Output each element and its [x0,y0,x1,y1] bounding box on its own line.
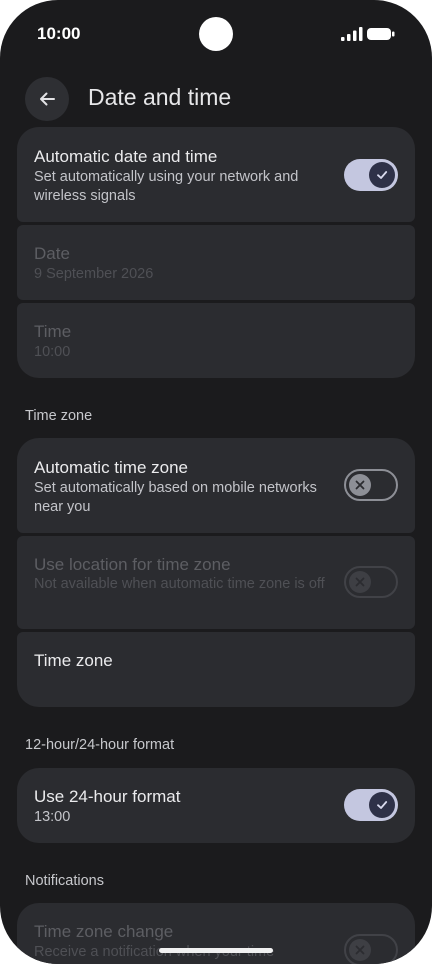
time-zone-change-row: Time zone change Receive a notification … [17,903,415,964]
row-title: Time zone change [34,922,174,941]
time-row: Time 10:00 [17,303,415,378]
status-bar: 10:00 [0,0,432,70]
close-icon [355,480,365,490]
use-24-hour-toggle[interactable] [344,789,398,821]
row-subtitle: Not available when automatic time zone i… [34,576,325,592]
check-icon [377,171,388,179]
toggle-knob [349,474,371,496]
battery-icon [367,28,395,40]
check-icon [377,801,388,809]
row-value: 9 September 2026 [34,266,154,282]
status-time: 10:00 [37,24,81,43]
row-title: Use location for time zone [34,555,231,574]
back-button[interactable] [25,77,69,121]
row-title: Automatic time zone [34,458,189,477]
toggle-knob [369,162,395,188]
row-title: Time zone [34,651,113,670]
page-title: Date and time [88,84,232,110]
camera-cutout [199,17,233,51]
row-title: Automatic date and time [34,147,218,166]
close-icon [355,945,365,955]
row-subtitle: 13:00 [34,809,71,825]
date-row: Date 9 September 2026 [17,225,415,300]
row-subtitle: Set automatically using your network and… [34,169,299,204]
use-location-toggle [344,566,398,598]
toggle-knob [349,571,371,593]
automatic-date-time-row[interactable]: Automatic date and time Set automaticall… [17,127,415,222]
time-zone-row[interactable]: Time zone [17,632,415,707]
section-header-time-zone: Time zone [25,408,93,424]
toggle-knob [349,939,371,961]
row-subtitle: Set automatically based on mobile networ… [34,480,317,515]
arrow-back-icon [40,92,55,106]
app-bar: Date and time [0,74,432,124]
toggle-knob [369,792,395,818]
row-value: 10:00 [34,344,71,360]
use-location-row: Use location for time zone Not available… [17,536,415,629]
row-title: Date [34,244,70,263]
automatic-time-zone-row[interactable]: Automatic time zone Set automatically ba… [17,438,415,533]
phone-screen: 10:00 Date and time Automatic date and t… [0,0,432,964]
section-header-notifications: Notifications [25,873,104,889]
section-header-format: 12-hour/24-hour format [25,737,175,753]
automatic-time-zone-toggle[interactable] [344,469,398,501]
close-icon [355,577,365,587]
home-indicator[interactable] [159,948,273,953]
row-title: Time [34,322,72,341]
signal-icon [341,27,363,41]
use-24-hour-row[interactable]: Use 24-hour format 13:00 [17,768,415,843]
row-title: Use 24-hour format [34,787,181,806]
automatic-date-time-toggle[interactable] [344,159,398,191]
time-zone-change-toggle [344,934,398,964]
